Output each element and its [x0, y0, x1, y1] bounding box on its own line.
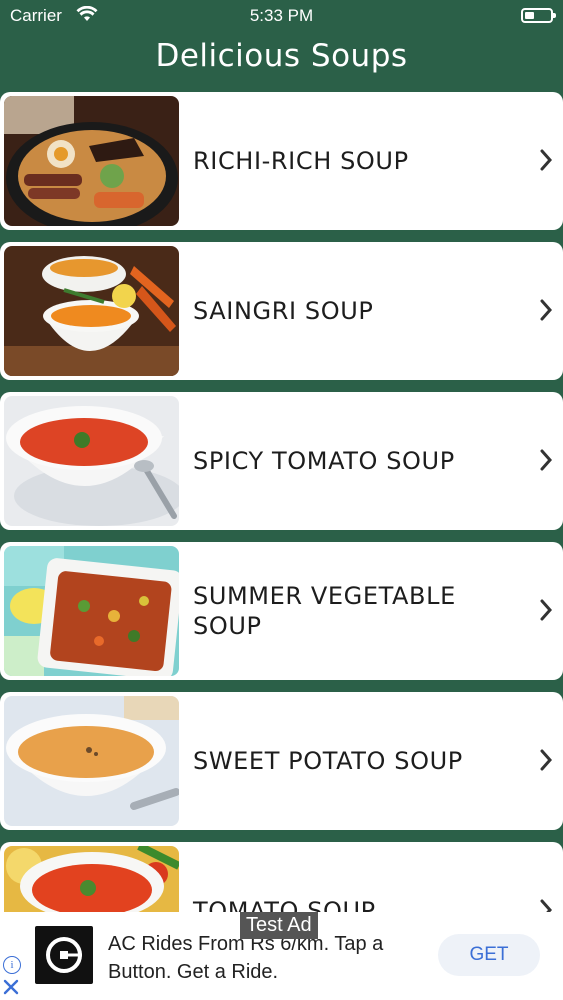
soup-row-saingri[interactable]: SAINGRI SOUP	[0, 242, 563, 380]
soup-name: SUMMER VEGETABLE SOUP	[193, 582, 456, 640]
soup-name: TOMATO SOUP	[193, 897, 376, 912]
battery-icon	[521, 8, 556, 23]
ad-banner[interactable]: AC Rides From Rs 6/km. Tap a Button. Get…	[0, 912, 563, 1000]
soup-row-summer-vegetable[interactable]: SUMMER VEGETABLE SOUP	[0, 542, 563, 680]
soup-thumbnail	[4, 96, 179, 226]
soup-row-tomato[interactable]: TOMATO SOUP	[0, 842, 563, 912]
soup-name: SPICY TOMATO SOUP	[193, 447, 455, 475]
soup-list[interactable]: RICHI-RICH SOUP SAINGRI SOUP SPICY TOMAT…	[0, 92, 563, 912]
soup-row-sweet-potato[interactable]: SWEET POTATO SOUP	[0, 692, 563, 830]
close-icon[interactable]	[2, 978, 20, 996]
status-bar: Carrier 5:33 PM	[0, 0, 563, 32]
soup-name: SAINGRI SOUP	[193, 297, 374, 325]
soup-row-spicy-tomato[interactable]: SPICY TOMATO SOUP	[0, 392, 563, 530]
navigation-bar: Delicious Soups	[0, 32, 563, 88]
chevron-right-icon	[540, 599, 553, 621]
chevron-right-icon	[540, 149, 553, 171]
soup-thumbnail	[4, 246, 179, 376]
chevron-right-icon	[540, 299, 553, 321]
soup-thumbnail	[4, 696, 179, 826]
soup-name: SWEET POTATO SOUP	[193, 747, 463, 775]
info-icon[interactable]: i	[3, 956, 21, 974]
ad-get-button[interactable]: GET	[438, 934, 540, 976]
page-title: Delicious Soups	[155, 38, 408, 74]
test-ad-label: Test Ad	[240, 912, 318, 939]
soup-name: RICHI-RICH SOUP	[193, 147, 409, 175]
chevron-right-icon	[540, 749, 553, 771]
uber-logo-icon	[35, 926, 93, 984]
soup-row-richi-rich[interactable]: RICHI-RICH SOUP	[0, 92, 563, 230]
chevron-right-icon	[540, 899, 553, 912]
soup-thumbnail	[4, 396, 179, 526]
clock: 5:33 PM	[249, 6, 314, 25]
soup-thumbnail	[4, 546, 179, 676]
chevron-right-icon	[540, 449, 553, 471]
soup-thumbnail	[4, 846, 179, 912]
